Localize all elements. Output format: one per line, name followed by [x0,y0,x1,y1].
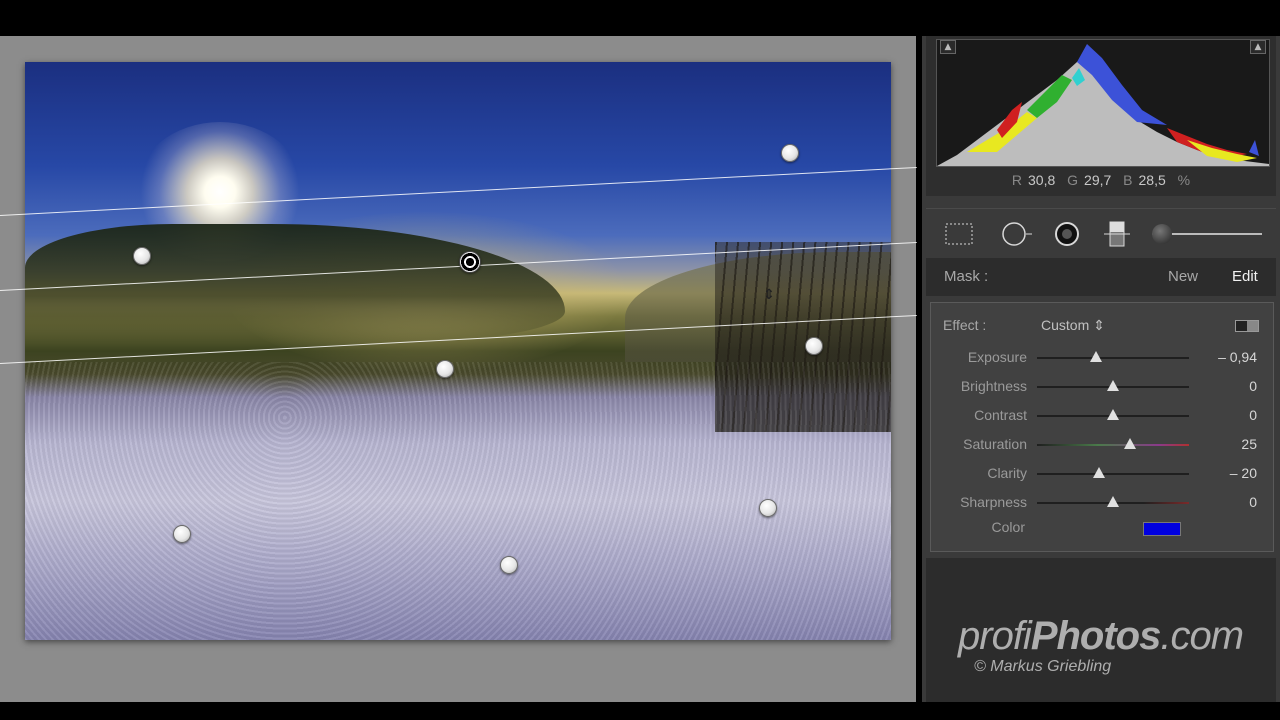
effect-toggle-switch[interactable] [1235,320,1259,332]
contrast-slider-row: Contrast 0 [931,405,1275,427]
mask-row: Mask : New Edit [926,258,1276,296]
brightness-slider-knob[interactable] [1107,380,1119,391]
slider-label: Saturation [963,436,1027,452]
brand-bold: Photos [1030,614,1162,658]
histogram-svg [937,44,1269,166]
filter-pin[interactable] [133,247,151,265]
photo-viewer: ⇕ [0,36,917,702]
clarity-slider-track[interactable] [1037,473,1189,475]
filter-pin[interactable] [500,556,518,574]
brightness-slider-row: Brightness 0 [931,376,1275,398]
exposure-slider-knob[interactable] [1090,351,1103,362]
histogram-graph [936,39,1270,167]
saturation-slider-row: Saturation 25 [931,434,1275,456]
spot-removal-icon[interactable] [1000,221,1032,247]
panel-footer: profiPhotos.com © Markus Griebling [926,558,1276,702]
mask-new-button[interactable]: New [1168,268,1198,285]
mask-edit-button[interactable]: Edit [1232,268,1258,285]
sharpness-slider-knob[interactable] [1107,496,1119,507]
slider-label: Clarity [987,465,1027,481]
filter-pin[interactable] [759,499,777,517]
brand-light: profi [958,614,1032,658]
filter-pin[interactable] [781,144,799,162]
b-value: 28,5 [1138,172,1166,188]
adjustment-brush-icon[interactable] [1152,224,1172,244]
tool-strip [926,208,1276,258]
slider-value[interactable]: – 20 [1230,465,1257,481]
effect-preset-select[interactable]: Custom ⇕ [1041,317,1105,334]
percent-unit: % [1177,172,1191,188]
slider-label: Exposure [967,349,1027,365]
filter-pin[interactable] [436,360,454,378]
slider-value[interactable]: 0 [1249,494,1257,510]
slider-value[interactable]: 0 [1249,407,1257,423]
center-gradient-pin[interactable] [459,251,481,273]
slider-value[interactable]: 25 [1241,436,1257,452]
filter-pin[interactable] [805,337,823,355]
mask-label: Mask : [944,268,989,285]
g-value: 29,7 [1084,172,1112,188]
brand-tld: .com [1160,614,1244,658]
red-eye-icon[interactable] [1052,221,1082,247]
clarity-slider-row: Clarity – 20 [931,463,1275,485]
watermark-brand: profiPhotos.com [958,614,1244,659]
filter-pin[interactable] [173,525,191,543]
saturation-slider-track[interactable] [1037,444,1189,446]
g-label: G [1067,172,1079,188]
slider-value[interactable]: – 0,94 [1218,349,1257,365]
color-label: Color [991,519,1025,535]
rgb-readout: R 30,8 G 29,7 B 28,5 % [926,172,1276,188]
exposure-slider-row: Exposure – 0,94 [931,347,1275,369]
r-value: 30,8 [1028,172,1056,188]
b-label: B [1123,172,1133,188]
highlight-clip-button[interactable]: ▲ [1250,40,1266,54]
slider-label: Contrast [974,407,1027,423]
shadow-clip-button[interactable]: ▲ [940,40,956,54]
exposure-slider-track[interactable] [1037,357,1189,359]
sharpness-slider-row: Sharpness 0 [931,492,1275,514]
slider-label: Sharpness [960,494,1027,510]
saturation-slider-knob[interactable] [1123,438,1136,449]
graduated-filter-icon[interactable] [1102,221,1132,247]
histogram-panel: ▲ ▲ R 30,8 G 29,7 B 28,5 % [926,36,1276,196]
color-swatch[interactable] [1143,522,1181,536]
slider-value[interactable]: 0 [1249,378,1257,394]
rotate-handle-icon[interactable]: ⇕ [763,284,775,306]
effect-panel: Effect : Custom ⇕ Exposure – 0,94 Bright… [930,302,1274,552]
slider-label: Brightness [960,378,1027,394]
r-label: R [1011,172,1022,188]
watermark-credit: © Markus Griebling [974,658,1112,675]
effect-label: Effect : [943,317,987,333]
right-panel: ▲ ▲ R 30,8 G 29,7 B 28,5 % Mask : New Edit … [922,36,1280,702]
crop-overlay-icon[interactable] [944,221,974,247]
contrast-slider-knob[interactable] [1107,409,1119,420]
watermark-logo: profiPhotos.com © Markus Griebling [958,614,1244,675]
photo-canvas[interactable] [25,62,891,640]
clarity-slider-knob[interactable] [1093,467,1106,478]
